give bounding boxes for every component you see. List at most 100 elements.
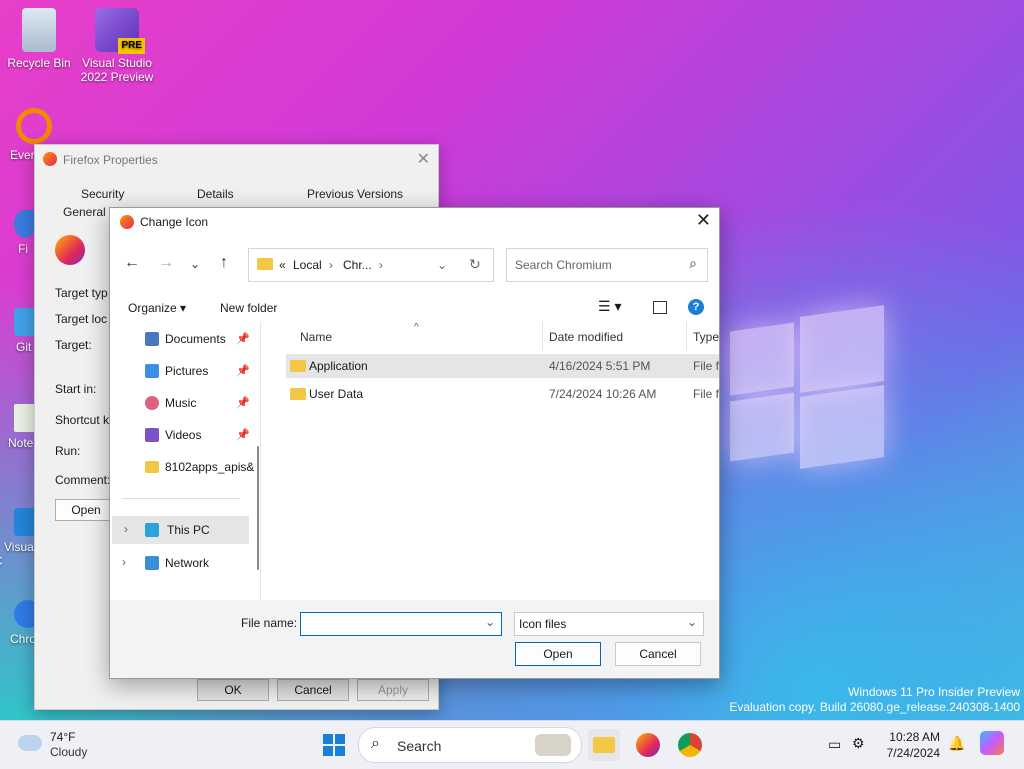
- expand-chevron-icon[interactable]: ›: [124, 522, 128, 536]
- clock[interactable]: 10:28 AM 7/24/2024: [887, 729, 940, 761]
- file-name-input[interactable]: ⌄: [300, 612, 502, 636]
- search-input[interactable]: Search Chromium: [515, 258, 612, 272]
- label-comment: Comment:: [55, 473, 111, 487]
- folder-icon: [257, 258, 273, 270]
- nav-item-music[interactable]: Music 📌: [110, 389, 250, 417]
- weather-temp: 74°F: [50, 730, 76, 744]
- visual-studio-icon: PRE: [95, 8, 145, 54]
- watermark-line1: Windows 11 Pro Insider Preview: [848, 685, 1020, 699]
- address-bar[interactable]: « Local › Chr... › ⌄ ↻: [248, 248, 494, 282]
- close-icon[interactable]: ✕: [696, 210, 711, 231]
- taskbar-search[interactable]: ⌕ Search: [358, 727, 582, 763]
- divider: [122, 498, 240, 499]
- desktop-icon-git[interactable]: Git: [0, 308, 38, 354]
- folder-icon: [290, 360, 306, 372]
- desktop-icon-label: Git: [16, 340, 32, 354]
- breadcrumb-local[interactable]: Local: [293, 258, 322, 272]
- desktop-icon-firefox[interactable]: Fi: [0, 210, 36, 256]
- desktop-icon-label: Ever: [10, 148, 35, 162]
- file-date: 7/24/2024 10:26 AM: [549, 387, 657, 401]
- folder-icon: [145, 461, 159, 473]
- new-folder-button[interactable]: New folder: [220, 301, 277, 315]
- firefox-icon: [14, 210, 36, 238]
- cancel-button[interactable]: Cancel: [277, 679, 349, 701]
- nav-item-this-pc[interactable]: › This PC: [112, 516, 249, 544]
- desktop-icon-notepad[interactable]: Note: [0, 404, 38, 450]
- file-type: File fo: [693, 387, 719, 401]
- file-row[interactable]: User Data 7/24/2024 10:26 AM File fo: [286, 382, 719, 406]
- nav-item-pictures[interactable]: Pictures 📌: [110, 357, 250, 385]
- refresh-icon[interactable]: ↻: [469, 256, 481, 273]
- watermark-line2: Evaluation copy. Build 26080.ge_release.…: [729, 700, 1020, 714]
- nav-item-videos[interactable]: Videos 📌: [110, 421, 250, 449]
- tab-security[interactable]: Security: [81, 187, 124, 201]
- display-icon[interactable]: ▭: [828, 736, 841, 753]
- taskbar-search-label: Search: [397, 738, 442, 754]
- desktop-icon-visual-studio[interactable]: PRE Visual Studio 2022 Preview: [80, 8, 154, 84]
- help-icon[interactable]: ?: [688, 299, 704, 315]
- file-type-select[interactable]: Icon files ⌄: [514, 612, 704, 636]
- everything-icon: [16, 108, 52, 144]
- network-status-icon[interactable]: ⚙: [852, 735, 865, 752]
- nav-scrollbar[interactable]: [257, 446, 259, 570]
- ok-button[interactable]: OK: [197, 679, 269, 701]
- chrome-taskbar-button[interactable]: [674, 729, 706, 761]
- taskbar: 74°F Cloudy ⌕ Search ▭ ⚙ 10:28 AM 7/24/2…: [0, 720, 1024, 769]
- organize-menu[interactable]: Organize ▾: [128, 301, 186, 315]
- properties-title: Firefox Properties: [63, 153, 158, 167]
- nav-label: This PC: [167, 523, 210, 537]
- recent-locations-chevron-icon[interactable]: ⌄: [190, 257, 200, 271]
- change-icon-dialog: Change Icon ✕ ← → ⌄ ↑ « Local › Chr... ›…: [109, 207, 720, 679]
- view-options-icon[interactable]: ☰ ▾: [598, 298, 621, 315]
- tab-previous-versions[interactable]: Previous Versions: [307, 187, 403, 201]
- open-file-location-button[interactable]: Open: [55, 499, 117, 521]
- label-shortcut-key: Shortcut k: [55, 413, 110, 427]
- notepad-icon: [14, 404, 36, 432]
- open-button[interactable]: Open: [515, 642, 601, 666]
- firefox-icon: [120, 215, 134, 229]
- up-arrow-icon[interactable]: ↑: [220, 254, 228, 272]
- search-highlight-icon: [535, 734, 571, 756]
- firefox-taskbar-button[interactable]: [632, 729, 664, 761]
- file-name: Application: [309, 359, 368, 373]
- desktop-icon-chrome[interactable]: Chro: [0, 600, 42, 646]
- breadcrumb-separator-icon: ›: [379, 258, 383, 272]
- folder-icon: [290, 388, 306, 400]
- breadcrumb-overflow[interactable]: «: [279, 258, 286, 272]
- nav-label: Music: [165, 396, 197, 410]
- label-target-type: Target typ: [55, 286, 108, 300]
- nav-item-folder[interactable]: 8102apps_apis&: [110, 453, 254, 481]
- pin-icon: 📌: [236, 333, 250, 345]
- start-button[interactable]: [318, 729, 350, 761]
- file-explorer-taskbar-button[interactable]: [588, 729, 620, 761]
- close-icon[interactable]: ✕: [417, 149, 430, 169]
- desktop-icon-recycle-bin[interactable]: Recycle Bin: [2, 8, 76, 70]
- preview-pane-icon[interactable]: [653, 301, 667, 314]
- tab-details[interactable]: Details: [197, 187, 234, 201]
- documents-icon: [145, 332, 159, 346]
- tab-general[interactable]: General: [63, 205, 106, 219]
- desktop-icon-visual-code[interactable]: Visua C: [0, 508, 38, 568]
- search-box[interactable]: Search Chromium ⌕: [506, 248, 708, 282]
- recycle-bin-icon: [22, 8, 56, 52]
- notification-bell-icon[interactable]: 🔔: [948, 735, 965, 752]
- file-row[interactable]: Application 4/16/2024 5:51 PM File fo: [286, 354, 719, 378]
- forward-arrow-icon[interactable]: →: [158, 254, 174, 272]
- nav-item-network[interactable]: › Network: [110, 549, 250, 577]
- build-watermark: Windows 11 Pro Insider Preview Evaluatio…: [729, 685, 1020, 715]
- windows-logo-wallpaper: [730, 305, 885, 469]
- expand-chevron-icon[interactable]: ›: [122, 555, 126, 569]
- nav-item-documents[interactable]: Documents 📌: [110, 325, 250, 353]
- apply-button[interactable]: Apply: [357, 679, 429, 701]
- clock-date: 7/24/2024: [886, 746, 940, 760]
- clock-time: 10:28 AM: [889, 730, 940, 744]
- pictures-icon: [145, 364, 159, 378]
- address-dropdown-chevron-icon[interactable]: ⌄: [437, 258, 447, 272]
- breadcrumb-chromium[interactable]: Chr...: [343, 258, 372, 272]
- cancel-button[interactable]: Cancel: [615, 642, 701, 666]
- chevron-down-icon[interactable]: ⌄: [485, 615, 495, 629]
- back-arrow-icon[interactable]: ←: [124, 254, 140, 272]
- desktop-icon-label: Visual Studio 2022 Preview: [80, 56, 154, 84]
- copilot-icon[interactable]: [980, 731, 1004, 755]
- weather-widget[interactable]: 74°F Cloudy: [18, 729, 138, 761]
